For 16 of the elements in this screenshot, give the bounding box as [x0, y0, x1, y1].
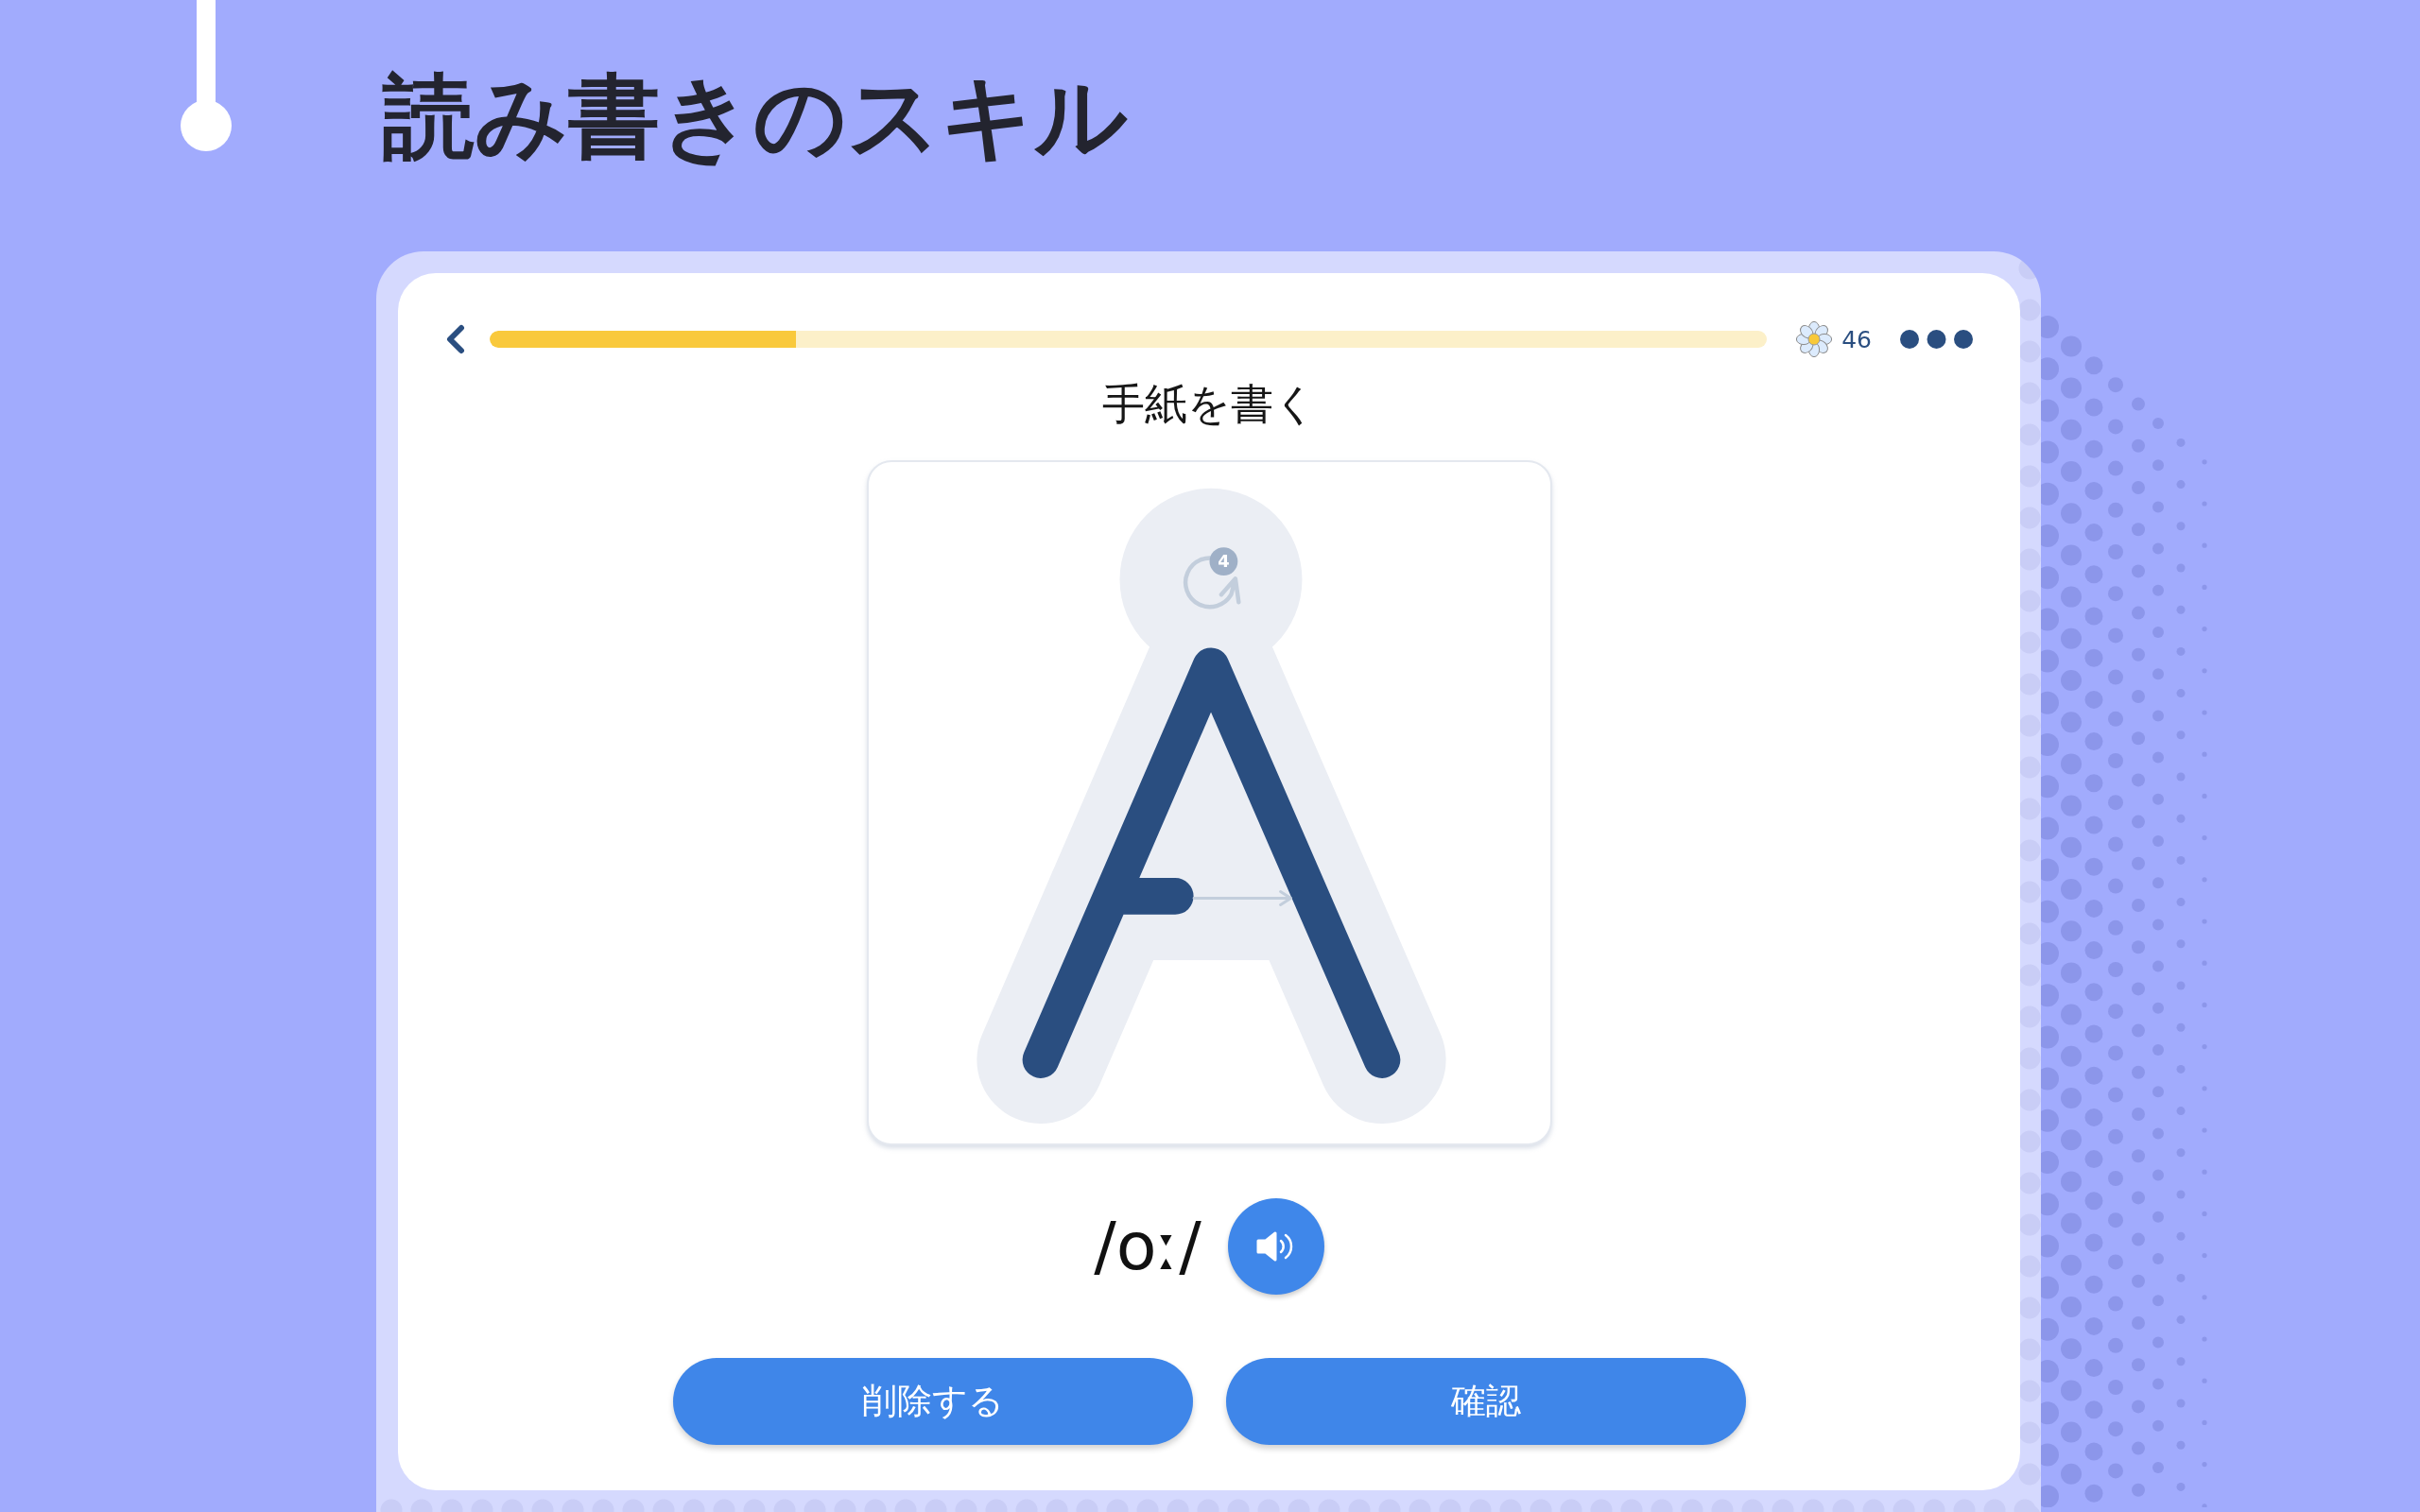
stroke-number-badge: 4: [1209, 547, 1237, 576]
page-title: 読み書きのスキル: [383, 64, 1128, 170]
arrow-right-icon: [1192, 890, 1292, 906]
flower-icon: [1795, 320, 1834, 358]
chevron-left-icon: [445, 324, 466, 354]
flower-count: 46: [1841, 325, 1872, 353]
phonetic-text: /oː/: [1094, 1207, 1201, 1286]
more-icon: [1900, 330, 1973, 349]
prompt-text: 手紙を書く: [1101, 378, 1317, 431]
tracing-canvas[interactable]: 4: [866, 460, 1552, 1145]
action-button[interactable]: 確認: [1225, 1358, 1746, 1445]
action-button[interactable]: 削除する: [672, 1358, 1193, 1445]
more-button[interactable]: [1900, 330, 1973, 349]
back-button[interactable]: [445, 324, 466, 354]
timeline-node-icon: [180, 0, 233, 153]
circular-arrow-icon: [1183, 556, 1241, 610]
